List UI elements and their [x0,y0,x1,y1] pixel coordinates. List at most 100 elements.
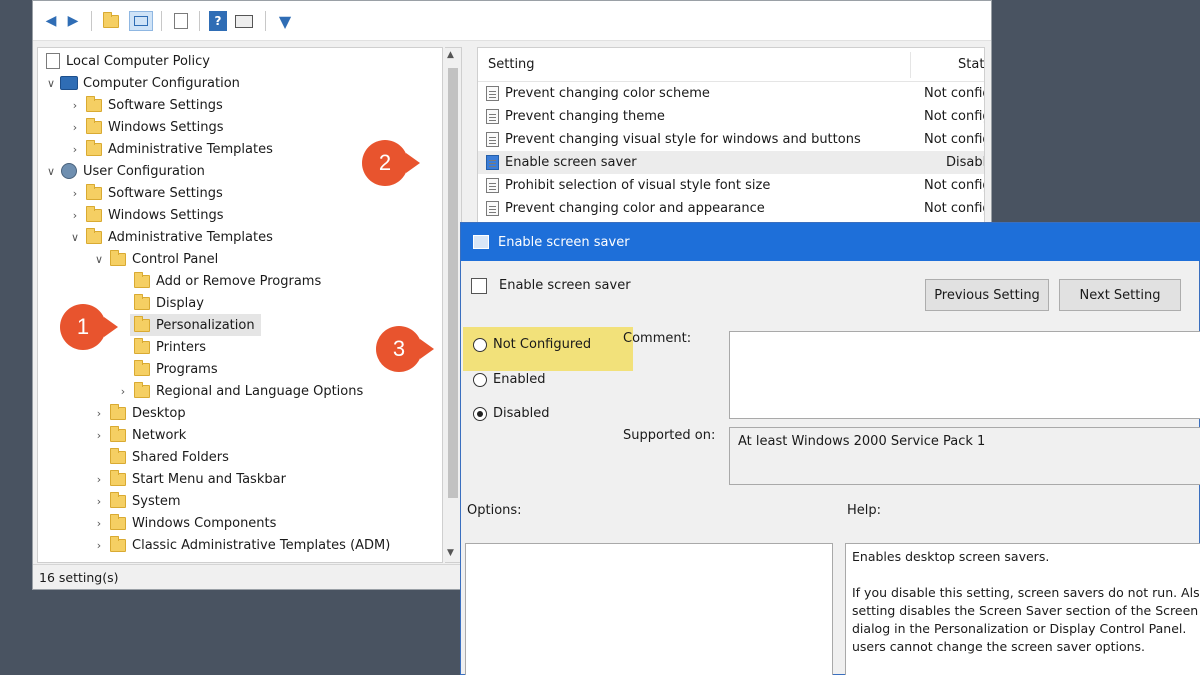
tree-item-label: Control Panel [132,251,219,267]
up-folder-icon[interactable] [101,11,121,31]
step-arrow-icon [104,317,118,337]
folder-icon [86,117,102,134]
tree-item-label: Display [156,295,204,311]
dialog-title-bar[interactable]: Enable screen saver [461,223,1200,261]
tree-item-label: Shared Folders [132,449,229,465]
chevron-right-icon[interactable]: › [92,495,106,508]
radio-label: Not Configured [493,337,592,352]
forward-arrow-icon[interactable]: ▶ [63,11,83,31]
scroll-down-icon[interactable]: ▼ [447,548,454,558]
tree-item-label: Start Menu and Taskbar [132,471,286,487]
options-label: Options: [467,503,522,518]
scrollbar-thumb[interactable] [448,68,458,498]
tree-item-display[interactable]: Display [130,292,204,314]
table-row[interactable]: Prevent changing color and appearance Not… [478,197,984,220]
policy-setting-icon [486,201,499,216]
tree-item-windows-components[interactable]: › Windows Components [92,512,276,534]
setting-name: Prevent changing color scheme [505,86,710,101]
properties-icon[interactable] [233,11,255,31]
chevron-right-icon[interactable]: › [92,429,106,442]
supported-on-value: At least Windows 2000 Service Pack 1 [738,434,986,449]
tree-item-programs[interactable]: Programs [130,358,218,380]
help-icon[interactable]: ? [209,11,227,31]
scroll-up-icon[interactable]: ▲ [447,50,454,60]
tree-item-personalization[interactable]: Personalization [130,314,261,336]
show-hide-tree-icon[interactable] [129,11,153,31]
table-row[interactable]: Prohibit selection of visual style font … [478,174,984,197]
tree-item-cc-software-settings[interactable]: › Software Settings [68,94,223,116]
setting-state: Disabled [946,155,984,170]
tree-item-shared-folders[interactable]: Shared Folders [106,446,229,468]
toolbar-divider [91,11,92,31]
supported-on-field: At least Windows 2000 Service Pack 1 [729,427,1200,485]
tree-item-start-menu-taskbar[interactable]: › Start Menu and Taskbar [92,468,286,490]
tree-item-network[interactable]: › Network [92,424,186,446]
next-setting-button[interactable]: Next Setting [1059,279,1181,311]
tree-item-printers[interactable]: Printers [130,336,206,358]
step-badge-2: 2 [362,140,408,186]
radio-enabled[interactable]: Enabled [473,372,546,387]
chevron-right-icon[interactable]: › [68,187,82,200]
chevron-down-icon[interactable]: ∨ [68,231,82,244]
folder-icon [134,359,150,376]
tree-item-control-panel[interactable]: ∨ Control Panel [92,248,218,270]
back-arrow-icon[interactable]: ◀ [41,11,61,31]
policy-setting-icon [486,109,499,124]
tree-item-uc-software-settings[interactable]: › Software Settings [68,182,223,204]
tree-item-computer-configuration[interactable]: ∨ Computer Configuration [44,72,240,94]
radio-circle[interactable] [473,372,487,387]
chevron-right-icon[interactable]: › [92,539,106,552]
filter-icon[interactable]: ▼ [275,11,295,31]
step-arrow-icon [420,339,434,359]
tree-item-add-remove-programs[interactable]: Add or Remove Programs [130,270,321,292]
column-header-state[interactable]: State [958,57,984,72]
setting-state: Not configure [924,86,984,101]
export-list-icon[interactable] [171,11,191,31]
tree-item-regional-language[interactable]: › Regional and Language Options [116,380,363,402]
toolbar-divider [199,11,200,31]
radio-disabled[interactable]: Disabled [473,406,549,421]
chevron-right-icon[interactable]: › [92,407,106,420]
radio-circle[interactable] [473,406,487,421]
tree-item-classic-adm[interactable]: › Classic Administrative Templates (ADM) [92,534,390,556]
folder-icon [134,381,150,398]
chevron-down-icon[interactable]: ∨ [44,165,58,178]
chevron-down-icon[interactable]: ∨ [92,253,106,266]
policy-window-icon [473,235,489,249]
status-text: 16 setting(s) [39,569,119,585]
tree-item-uc-administrative-templates[interactable]: ∨ Administrative Templates [68,226,273,248]
radio-circle[interactable] [473,337,487,352]
policy-tree: Local Computer Policy ∨ Computer Configur… [37,47,443,563]
folder-icon [110,491,126,508]
chevron-right-icon[interactable]: › [68,99,82,112]
chevron-down-icon[interactable]: ∨ [44,77,58,90]
tree-item-uc-windows-settings[interactable]: › Windows Settings [68,204,223,226]
chevron-right-icon[interactable]: › [116,385,130,398]
help-text-line [852,566,1196,584]
policy-setting-icon [486,86,499,101]
comment-textarea[interactable] [729,331,1200,419]
tree-item-cc-windows-settings[interactable]: › Windows Settings [68,116,223,138]
chevron-right-icon[interactable]: › [68,143,82,156]
table-row[interactable]: Prevent changing visual style for window… [478,128,984,151]
folder-icon [110,425,126,442]
table-row[interactable]: Prevent changing theme Not configure [478,105,984,128]
tree-item-desktop[interactable]: › Desktop [92,402,186,424]
previous-setting-button[interactable]: Previous Setting [925,279,1049,311]
tree-item-cc-administrative-templates[interactable]: › Administrative Templates [68,138,273,160]
column-header-setting[interactable]: Setting [488,57,535,72]
chevron-right-icon[interactable]: › [68,121,82,134]
help-text-line: setting disables the Screen Saver sectio… [852,603,1199,618]
chevron-right-icon[interactable]: › [68,209,82,222]
chevron-right-icon[interactable]: › [92,473,106,486]
tree-item-local-computer-policy[interactable]: Local Computer Policy [42,50,210,72]
tree-item-system[interactable]: › System [92,490,180,512]
tree-item-label: Software Settings [108,97,223,113]
table-row[interactable]: Enable screen saver Disabled [478,151,984,174]
folder-icon [110,403,126,420]
table-row[interactable]: Prevent changing color scheme Not configu… [478,82,984,105]
setting-state: Not configure [924,178,984,193]
radio-not-configured[interactable]: Not Configured [473,337,591,352]
tree-item-user-configuration[interactable]: ∨ User Configuration [44,160,205,182]
chevron-right-icon[interactable]: › [92,517,106,530]
